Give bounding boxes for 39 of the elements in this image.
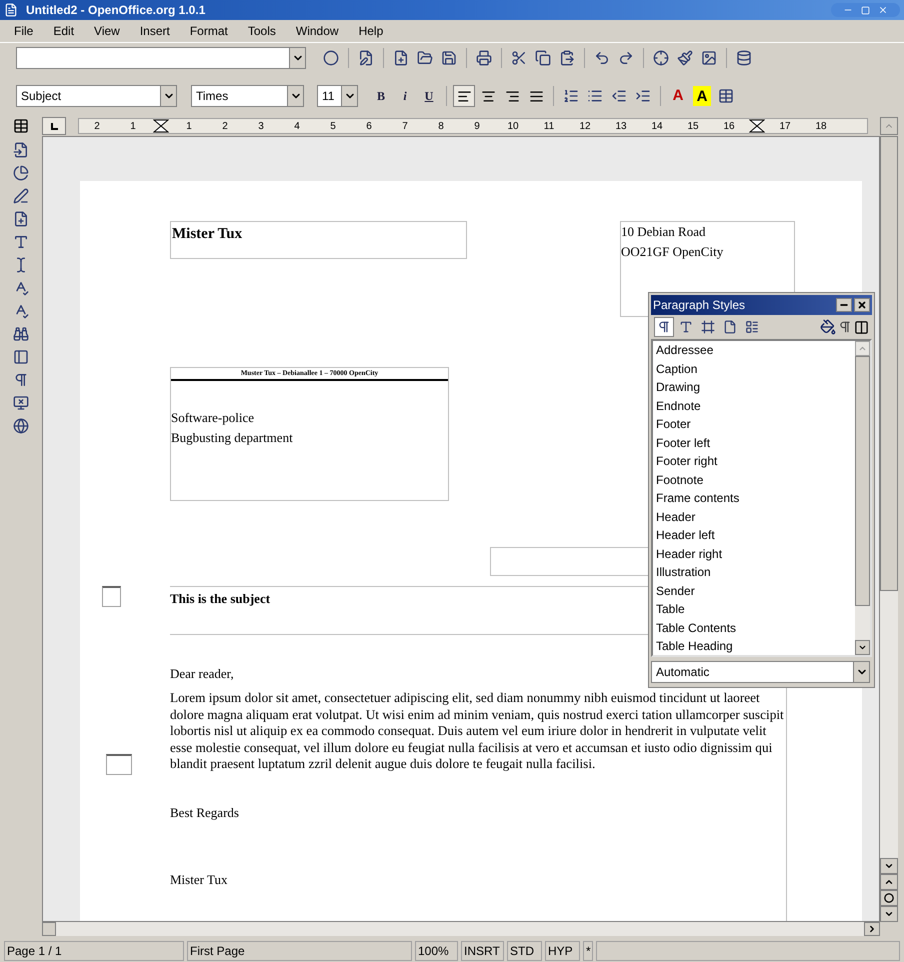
ruler-number: 6 — [365, 120, 373, 134]
ruler-number: 13 — [614, 120, 628, 134]
subject-text: This is the subject — [170, 591, 270, 606]
status-field: * — [583, 941, 593, 961]
recipient-line: Bugbusting department — [171, 429, 294, 447]
ruler-number: 11 — [542, 120, 556, 134]
address-line: OO21GF OpenCity — [621, 243, 724, 261]
status-field: Page 1 / 1 — [4, 941, 184, 961]
sender-name: Mister Tux — [172, 226, 242, 242]
ruler-number: 4 — [293, 120, 301, 134]
ruler-number: 5 — [329, 120, 337, 134]
ruler-number: 10 — [506, 120, 520, 134]
signature: Mister Tux — [170, 871, 228, 889]
ruler-number: 2 — [221, 120, 229, 134]
ruler-number: 7 — [401, 120, 409, 134]
ruler-number: 2 — [93, 120, 101, 134]
status-field: STD — [507, 941, 542, 961]
closing: Best Regards — [170, 804, 239, 822]
ruler-number: 1 — [129, 120, 137, 134]
ruler-number: 18 — [814, 120, 828, 134]
greeting: Dear reader, — [170, 666, 234, 682]
ruler-number: 1 — [185, 120, 193, 134]
window-title: Untitled2 - OpenOffice.org 1.0.1 — [26, 2, 206, 19]
status-field: 100% — [415, 941, 458, 961]
status-field: First Page — [187, 941, 412, 961]
ruler-number: 8 — [437, 120, 445, 134]
address-line: 10 Debian Road — [621, 223, 706, 241]
ruler-number: 12 — [578, 120, 592, 134]
recipient-line: Software-police — [171, 409, 256, 427]
ruler-number: 14 — [650, 120, 664, 134]
ruler-number: 16 — [722, 120, 736, 134]
stylist-title: Paragraph Styles — [653, 297, 746, 314]
ruler-number: 17 — [778, 120, 792, 134]
ruler-number: 9 — [473, 120, 481, 134]
status-field: INSRT — [461, 941, 504, 961]
ruler-number: 15 — [686, 120, 700, 134]
status-field: HYP — [545, 941, 580, 961]
body-paragraph: Lorem ipsum dolor sit amet, consectetuer adipiscing elit, sed diam nonummy nibh euismod tincidunt ut laoreet dolore magna aliquam erat volutpat. Ut wisi enim ad minim veniam, quis nostrud exerci tation ullamcorper suscipit lobortis nisl ut aliquip ex ea commodo consequat. Duis autem vel eum iriure dolor in hendrerit in vulputate velit esse molestie consequat, vel illum dolore eu feugiat nulla facilisis at vero et accumsan et iusto odio dignissim qui blandit praesent luptatum zzril delenit augue duis dolore te feugait nulla facilisi. — [170, 690, 785, 772]
ruler-number: 3 — [257, 120, 265, 134]
